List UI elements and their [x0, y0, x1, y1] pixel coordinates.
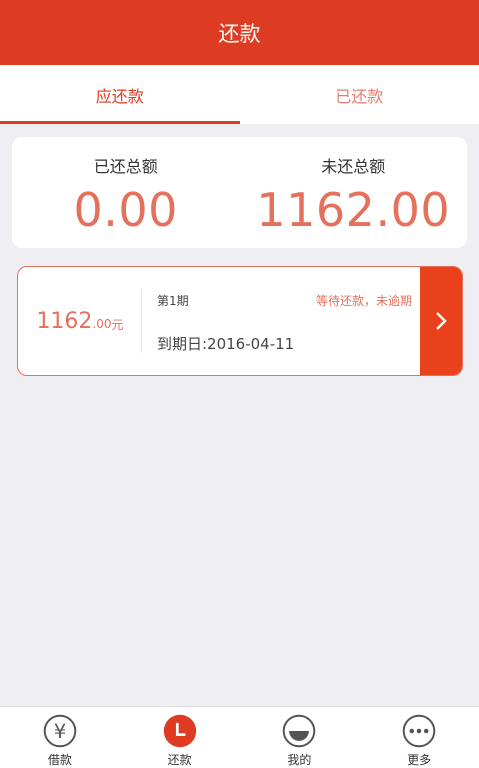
nav-label-more: 更多 [407, 751, 431, 768]
unpaid-total: 未还总额 1162.00 [240, 137, 468, 248]
unpaid-total-value: 1162.00 [256, 183, 450, 237]
bill-info: 第1期 等待还款，未逾期 到期日:2016-04-11 [142, 267, 420, 375]
nav-item-repay[interactable]: 还款 [120, 707, 240, 768]
bill-amount-integer: 1162 [36, 309, 92, 334]
bill-due-date: 到期日:2016-04-11 [157, 333, 294, 354]
bill-amount: 1162 .00 元 [18, 267, 142, 375]
more-icon [399, 713, 439, 749]
bill-status: 等待还款，未逾期 [316, 292, 412, 309]
nav-label-repay: 还款 [168, 751, 192, 768]
tab-bar: 应还款 已还款 [0, 65, 479, 124]
bill-period: 第1期 [157, 292, 189, 309]
paid-total-value: 0.00 [74, 183, 178, 237]
page-title: 还款 [219, 18, 261, 48]
nav-label-mine: 我的 [287, 751, 311, 768]
tab-due-repayment[interactable]: 应还款 [0, 65, 240, 124]
nav-item-mine[interactable]: 我的 [240, 707, 360, 768]
bill-amount-currency: 元 [112, 316, 124, 333]
paid-total-label: 已还总额 [94, 153, 158, 177]
nav-label-borrow: 借款 [48, 751, 72, 768]
bill-detail-button[interactable] [420, 267, 462, 375]
title-bar: 还款 [0, 0, 479, 65]
summary-card: 已还总额 0.00 未还总额 1162.00 [12, 137, 467, 248]
bill-card[interactable]: 1162 .00 元 第1期 等待还款，未逾期 到期日:2016-04-11 [17, 266, 463, 376]
clock-icon [160, 713, 200, 749]
nav-item-more[interactable]: 更多 [359, 707, 479, 768]
bottom-nav: ¥ 借款 还款 我的 更多 [0, 706, 479, 768]
chevron-right-icon [434, 311, 448, 331]
paid-total: 已还总额 0.00 [12, 137, 240, 248]
nav-item-borrow[interactable]: ¥ 借款 [0, 707, 120, 768]
tab-repaid[interactable]: 已还款 [240, 65, 479, 124]
yuan-icon: ¥ [40, 713, 80, 749]
svg-text:¥: ¥ [54, 720, 67, 743]
unpaid-total-label: 未还总额 [321, 153, 385, 177]
smile-icon [279, 713, 319, 749]
bill-amount-decimal: .00 [92, 317, 111, 331]
